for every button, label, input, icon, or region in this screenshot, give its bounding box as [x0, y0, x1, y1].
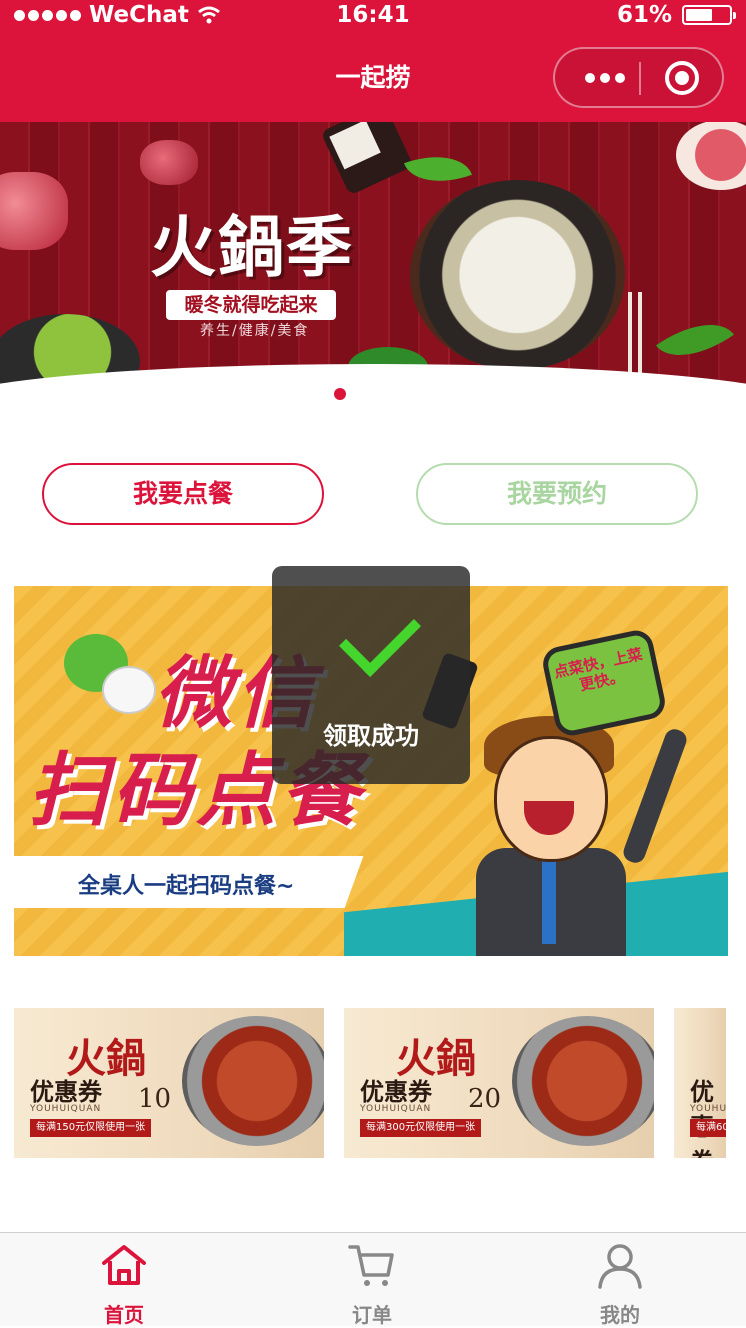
coupon-pinyin: YOUHUIQUAN	[30, 1104, 102, 1114]
hero-banner[interactable]: 火鍋季 暖冬就得吃起来 养生/健康/美食	[0, 122, 746, 402]
hotpot-image	[182, 1016, 324, 1146]
tab-home[interactable]: 首页	[0, 1233, 248, 1327]
top-bar: WeChat 16:41 61% 一起捞	[0, 0, 746, 122]
meat-image	[0, 172, 68, 250]
hero-tagline: 养生/健康/美食	[200, 323, 310, 339]
cartoon-tie	[542, 854, 556, 944]
user-icon	[598, 1244, 642, 1289]
reserve-button[interactable]: 我要预约	[416, 463, 698, 525]
coupon-condition: 每满300元仅限使用一张	[360, 1119, 482, 1137]
meat-image	[140, 140, 198, 185]
coupon-label: 优惠券	[690, 1077, 714, 1158]
promo-ribbon-text: 全桌人一起扫码点餐~	[78, 874, 295, 899]
coupon-condition: 每满150元仅限使用一张	[30, 1119, 152, 1137]
tab-bar: 首页 订单 我的	[0, 1232, 746, 1327]
coupon-condition: 每满60	[690, 1119, 726, 1137]
coupon-label: 优惠券	[360, 1077, 432, 1106]
hotpot-image	[512, 1016, 654, 1146]
hero-title: 火鍋季	[150, 208, 354, 286]
toast-message: 领取成功	[323, 722, 419, 750]
coupon-label: 优惠券	[30, 1077, 102, 1106]
coupon-card[interactable]: 火鍋 优惠券 YOUHUIQUAN 20 每满300元仅限使用一张	[344, 1008, 654, 1158]
tab-orders-label: 订单	[352, 1303, 392, 1327]
carousel-indicator[interactable]	[334, 388, 346, 400]
coupon-amount: 20	[468, 1084, 502, 1114]
coupon-card[interactable]: 优惠券 YOUHUIQUAN 每满60	[674, 1008, 726, 1158]
home-icon	[102, 1245, 146, 1285]
hero-subtitle: 暖冬就得吃起来	[166, 290, 336, 320]
mini-program-capsule	[553, 47, 724, 108]
coupon-pinyin: YOUHUIQUAN	[360, 1104, 432, 1114]
more-dots-icon[interactable]	[575, 49, 635, 106]
tab-home-label: 首页	[104, 1303, 144, 1327]
checkmark-icon	[338, 594, 422, 678]
status-bar: WeChat 16:41 61%	[0, 0, 746, 30]
coupon-pinyin: YOUHUIQUAN	[690, 1104, 726, 1114]
coupon-amount: 10	[138, 1084, 172, 1114]
wechat-logo-icon	[102, 666, 156, 714]
capsule-divider	[639, 62, 641, 95]
cart-icon	[348, 1245, 394, 1286]
success-toast: 领取成功	[272, 566, 470, 784]
tab-profile[interactable]: 我的	[496, 1233, 744, 1327]
tab-orders[interactable]: 订单	[248, 1233, 496, 1327]
battery-icon	[682, 5, 736, 25]
battery-status: 61%	[616, 0, 736, 30]
close-circle-icon[interactable]	[665, 61, 699, 95]
battery-percent: 61%	[616, 2, 672, 28]
tab-profile-label: 我的	[600, 1303, 640, 1327]
hotpot-image	[410, 180, 625, 370]
coupon-card[interactable]: 火鍋 优惠券 YOUHUIQUAN 10 每满150元仅限使用一张	[14, 1008, 324, 1158]
order-button[interactable]: 我要点餐	[42, 463, 324, 525]
cartoon-man-image	[494, 736, 608, 862]
cartoon-arm	[620, 726, 690, 866]
